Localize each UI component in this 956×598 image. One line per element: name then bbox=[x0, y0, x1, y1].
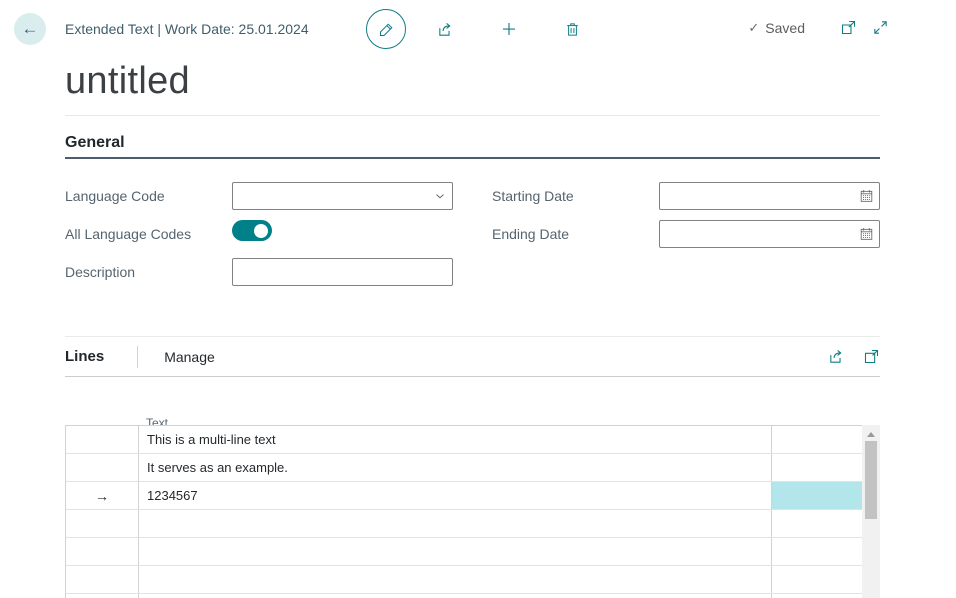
expand-fullscreen-icon bbox=[872, 19, 889, 36]
starting-date-field: Starting Date bbox=[492, 182, 880, 210]
table-row: This is a multi-line text bbox=[66, 426, 862, 454]
window-controls: ✓ Saved bbox=[748, 19, 889, 36]
fullscreen-button[interactable] bbox=[872, 19, 889, 36]
share-icon bbox=[828, 348, 845, 365]
row-selector-cell[interactable] bbox=[66, 538, 139, 565]
extra-cell[interactable] bbox=[772, 510, 862, 537]
ending-date-input[interactable] bbox=[659, 220, 880, 248]
language-code-label: Language Code bbox=[65, 188, 232, 204]
add-new-button[interactable] bbox=[500, 20, 518, 38]
all-language-codes-label: All Language Codes bbox=[65, 226, 232, 242]
calendar-icon[interactable] bbox=[859, 189, 874, 204]
extra-cell[interactable] bbox=[772, 538, 862, 565]
general-heading: General bbox=[65, 134, 880, 152]
table-row: It serves as an example. bbox=[66, 454, 862, 482]
row-selector-cell[interactable] bbox=[66, 510, 139, 537]
text-cell[interactable] bbox=[139, 538, 772, 565]
all-language-codes-toggle[interactable] bbox=[232, 220, 272, 241]
scrollbar-thumb[interactable] bbox=[865, 441, 877, 519]
grid-vertical-scrollbar[interactable] bbox=[862, 425, 880, 598]
scroll-up-arrow-icon[interactable] bbox=[867, 432, 875, 437]
row-selector-cell[interactable] bbox=[66, 426, 139, 453]
text-cell[interactable]: It serves as an example. bbox=[139, 454, 772, 481]
language-code-input[interactable] bbox=[232, 182, 453, 210]
ending-date-label: Ending Date bbox=[492, 226, 659, 242]
active-row-marker-icon: → bbox=[95, 488, 109, 504]
extra-cell[interactable] bbox=[772, 426, 862, 453]
toggle-knob bbox=[254, 224, 268, 238]
extra-cell[interactable] bbox=[772, 594, 862, 598]
grid-table: This is a multi-line text It serves as a… bbox=[65, 425, 862, 598]
text-cell[interactable] bbox=[139, 510, 772, 537]
description-field: Description bbox=[65, 258, 453, 286]
trash-icon bbox=[564, 21, 581, 38]
save-status-label: Saved bbox=[765, 20, 805, 36]
back-arrow-icon: ← bbox=[22, 19, 39, 39]
focus-mode-button[interactable] bbox=[863, 348, 880, 365]
extra-cell-selected[interactable] bbox=[772, 482, 862, 509]
manage-menu-item[interactable]: Manage bbox=[164, 349, 215, 365]
table-row bbox=[66, 538, 862, 566]
description-input[interactable] bbox=[232, 258, 453, 286]
row-selector-cell[interactable] bbox=[66, 454, 139, 481]
plus-icon bbox=[500, 20, 518, 38]
edit-button[interactable] bbox=[366, 9, 406, 49]
open-in-new-window-button[interactable] bbox=[840, 19, 857, 36]
open-in-new-window-icon bbox=[840, 19, 857, 36]
general-section-header[interactable]: General bbox=[65, 134, 880, 159]
all-language-codes-field: All Language Codes bbox=[65, 220, 453, 248]
extended-text-card-page: ← Extended Text | Work Date: 25.01.2024 bbox=[0, 0, 956, 598]
delete-button[interactable] bbox=[564, 21, 581, 38]
description-label: Description bbox=[65, 264, 232, 280]
text-cell[interactable] bbox=[139, 594, 772, 598]
focus-mode-icon bbox=[863, 348, 880, 365]
chevron-down-icon[interactable] bbox=[433, 189, 447, 203]
record-action-bar bbox=[366, 9, 581, 49]
row-selector-cell[interactable] bbox=[66, 566, 139, 593]
checkmark-icon: ✓ bbox=[748, 20, 759, 36]
page-title: untitled bbox=[65, 58, 956, 104]
lines-share-button[interactable] bbox=[828, 348, 845, 365]
table-row bbox=[66, 594, 862, 598]
vertical-separator bbox=[137, 346, 138, 368]
extra-cell[interactable] bbox=[772, 566, 862, 593]
general-form: Language Code All Language Codes bbox=[65, 182, 880, 296]
share-button[interactable] bbox=[437, 21, 454, 38]
table-row bbox=[66, 510, 862, 538]
row-selector-cell[interactable] bbox=[66, 594, 139, 598]
calendar-icon[interactable] bbox=[859, 227, 874, 242]
text-cell[interactable]: This is a multi-line text bbox=[139, 426, 772, 453]
back-button[interactable]: ← bbox=[14, 13, 46, 45]
pencil-icon bbox=[378, 21, 395, 38]
ending-date-field: Ending Date bbox=[492, 220, 880, 248]
starting-date-label: Starting Date bbox=[492, 188, 659, 204]
breadcrumb-caption[interactable]: Extended Text | Work Date: 25.01.2024 bbox=[65, 21, 309, 37]
text-cell[interactable]: 1234567 bbox=[139, 482, 772, 509]
starting-date-input[interactable] bbox=[659, 182, 880, 210]
text-cell[interactable] bbox=[139, 566, 772, 593]
lines-grid: This is a multi-line text It serves as a… bbox=[65, 425, 880, 598]
lines-section-bar: Lines Manage bbox=[65, 336, 880, 377]
row-selector-cell[interactable]: → bbox=[66, 482, 139, 509]
save-status: ✓ Saved bbox=[748, 20, 805, 36]
lines-heading[interactable]: Lines bbox=[65, 348, 104, 365]
app-bar: ← Extended Text | Work Date: 25.01.2024 bbox=[0, 0, 956, 58]
table-row bbox=[66, 566, 862, 594]
share-icon bbox=[437, 21, 454, 38]
table-row-active: → 1234567 bbox=[66, 482, 862, 510]
title-divider bbox=[65, 115, 880, 116]
language-code-field: Language Code bbox=[65, 182, 453, 210]
extra-cell[interactable] bbox=[772, 454, 862, 481]
